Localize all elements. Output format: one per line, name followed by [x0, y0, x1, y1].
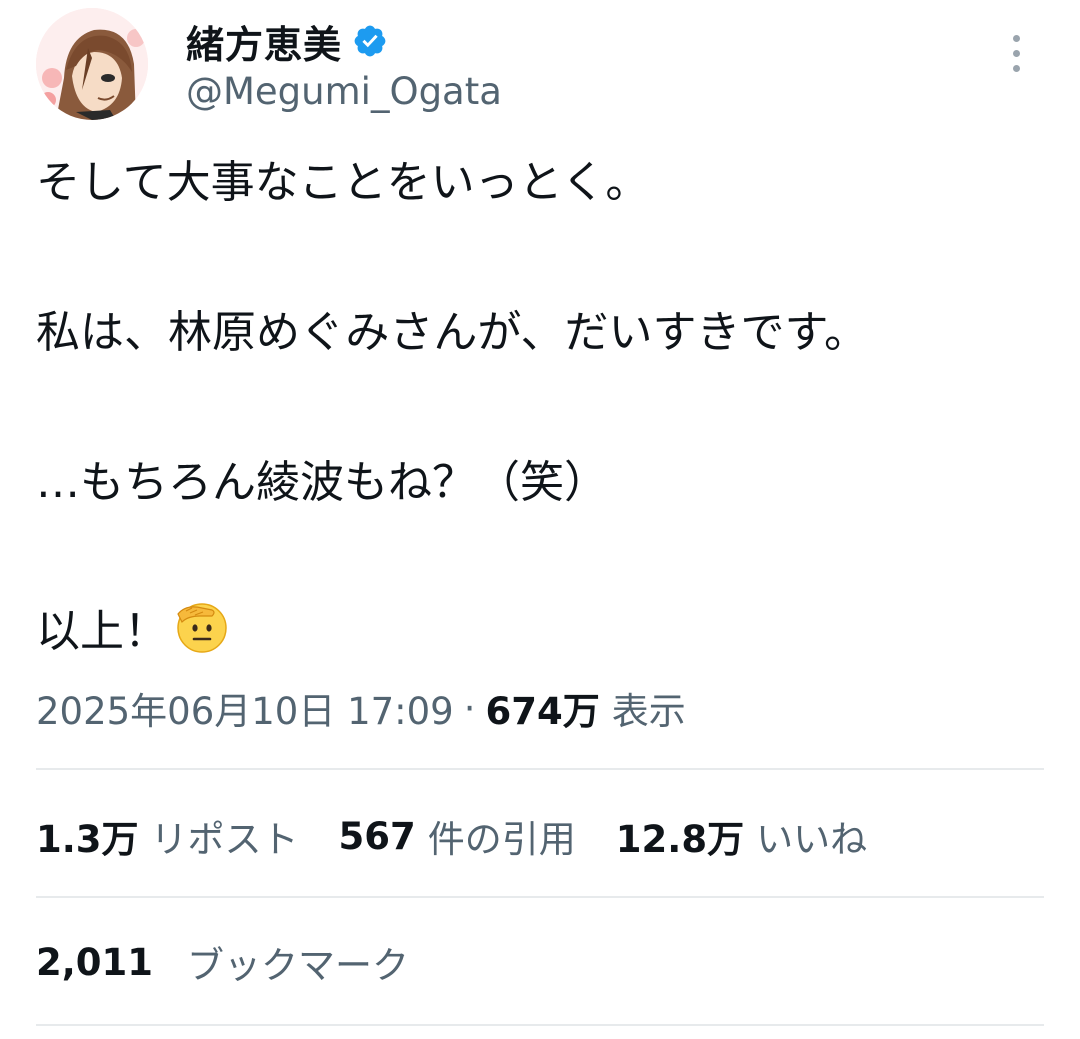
likes-stat[interactable]: 12.8万 いいね	[616, 809, 867, 863]
divider	[36, 768, 1044, 770]
quotes-count: 567	[338, 814, 416, 858]
saluting-face-emoji	[177, 603, 227, 653]
quotes-stat[interactable]: 567 件の引用	[339, 809, 576, 863]
reposts-label: リポスト	[150, 818, 299, 861]
views-label: 表示	[611, 690, 686, 733]
name-row: 緒方恵美	[186, 14, 388, 69]
more-dot-icon	[1012, 34, 1020, 42]
divider	[36, 896, 1044, 898]
likes-count: 12.8万	[615, 818, 745, 861]
bookmarks-count: 2,011	[36, 940, 154, 984]
reposts-count: 1.3万	[36, 818, 139, 861]
tweet-line-1: そして大事なことをいっとく。	[36, 157, 650, 208]
more-options-button[interactable]	[996, 28, 1036, 78]
avatar-illustration	[36, 8, 148, 120]
avatar[interactable]	[36, 8, 148, 120]
engagement-stats: 1.3万 リポスト 567 件の引用 12.8万 いいね	[36, 808, 907, 864]
more-dot-icon	[1012, 64, 1020, 72]
reposts-stat[interactable]: 1.3万 リポスト	[36, 809, 299, 863]
tweet-header: 緒方恵美 @Megumi_Ogata	[36, 8, 1044, 128]
handle[interactable]: @Megumi_Ogata	[186, 70, 502, 113]
views-count: 674万	[485, 690, 600, 733]
tweet-line-3: …もちろん綾波もね？（笑）	[36, 457, 608, 508]
verified-badge-icon	[354, 25, 386, 57]
bookmarks-stat[interactable]: 2,011 ブックマーク	[36, 934, 409, 990]
bookmarks-label: ブックマーク	[187, 944, 410, 987]
divider	[36, 1024, 1044, 1026]
more-dot-icon	[1012, 49, 1020, 57]
quotes-label: 件の引用	[427, 818, 576, 861]
meta-separator: ·	[463, 686, 476, 730]
tweet-meta: 2025年06月10日 17:09 · 674万 表示	[36, 680, 686, 736]
tweet-line-2: 私は、林原めぐみさんが、だいすきです。	[36, 307, 869, 358]
likes-label: いいね	[756, 818, 868, 861]
display-name[interactable]: 緒方恵美	[186, 14, 342, 69]
tweet-line-4-row: 以上！	[36, 598, 228, 661]
timestamp[interactable]: 2025年06月10日 17:09	[36, 681, 454, 735]
tweet-line-4: 以上！	[36, 606, 168, 657]
